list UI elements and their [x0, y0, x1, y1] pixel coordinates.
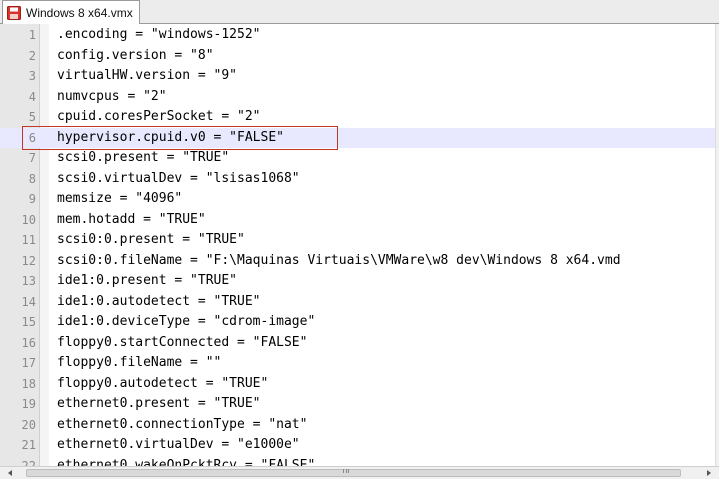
code-text: hypervisor.cpuid.v0 = "FALSE" [57, 129, 284, 145]
code-line[interactable]: 5 cpuid.coresPerSocket = "2" [0, 107, 715, 128]
code-text: ethernet0.present = "TRUE" [57, 396, 261, 411]
code-text: ide1:0.present = "TRUE" [57, 273, 238, 288]
line-number: 2 [28, 48, 36, 63]
line-number: 10 [21, 212, 36, 227]
line-number: 14 [21, 294, 36, 309]
code-line[interactable]: 14 ide1:0.autodetect = "TRUE" [0, 292, 715, 313]
line-number: 19 [21, 397, 36, 411]
code-line[interactable]: 21 ethernet0.virtualDev = "e1000e" [0, 435, 715, 456]
line-number: 4 [28, 89, 36, 104]
code-line[interactable]: 13 ide1:0.present = "TRUE" [0, 271, 715, 292]
line-number: 3 [28, 69, 36, 83]
scrollbar-thumb[interactable] [26, 469, 681, 477]
code-text: ethernet0.wakeOnPcktRcv = "FALSE" [57, 457, 316, 467]
code-line[interactable]: 3 virtualHW.version = "9" [0, 66, 715, 87]
code-line[interactable]: 12 scsi0:0.fileName = "F:\Maquinas Virtua… [0, 251, 715, 272]
code-editor[interactable]: 1 .encoding = "windows-1252" 2 config.versi… [0, 24, 715, 466]
code-line[interactable]: 1 .encoding = "windows-1252" [0, 25, 715, 46]
code-text: scsi0:0.present = "TRUE" [57, 232, 245, 247]
tab-bar: Windows 8 x64.vmx [0, 0, 719, 24]
code-line[interactable]: 4 numvcpus = "2" [0, 87, 715, 108]
code-text: memsize = "4096" [57, 191, 183, 206]
line-number: 20 [21, 417, 36, 432]
line-number: 15 [21, 315, 36, 329]
scroll-left-arrow-icon[interactable] [8, 470, 12, 476]
code-text: mem.hotadd = "TRUE" [57, 211, 206, 227]
code-text: numvcpus = "2" [57, 88, 167, 104]
code-lines: 1 .encoding = "windows-1252" 2 config.versi… [0, 25, 715, 466]
code-line[interactable]: 11 scsi0:0.present = "TRUE" [0, 230, 715, 251]
code-text: cpuid.coresPerSocket = "2" [57, 109, 261, 124]
code-line[interactable]: 8 scsi0.virtualDev = "lsisas1068" [0, 169, 715, 190]
line-number: 7 [28, 151, 36, 165]
code-text: floppy0.autodetect = "TRUE" [57, 375, 269, 391]
save-icon [7, 5, 21, 20]
code-line[interactable]: 10 mem.hotadd = "TRUE" [0, 210, 715, 231]
line-number: 6 [28, 130, 36, 145]
code-line[interactable]: 17 floppy0.fileName = "" [0, 353, 715, 374]
code-text: scsi0.virtualDev = "lsisas1068" [57, 170, 300, 186]
code-line[interactable]: 9 memsize = "4096" [0, 189, 715, 210]
line-number: 12 [21, 253, 36, 268]
code-line[interactable]: 20 ethernet0.connectionType = "nat" [0, 415, 715, 436]
code-text: floppy0.fileName = "" [57, 355, 222, 370]
line-number: 22 [21, 458, 36, 467]
line-number: 8 [28, 171, 36, 186]
code-text: config.version = "8" [57, 47, 214, 63]
scrollbar-grip-icon [343, 469, 349, 473]
line-number: 21 [21, 438, 36, 452]
code-line[interactable]: 15 ide1:0.deviceType = "cdrom-image" [0, 312, 715, 333]
code-text: .encoding = "windows-1252" [57, 27, 261, 42]
code-text: scsi0:0.fileName = "F:\Maquinas Virtuais… [57, 252, 621, 268]
code-text: floppy0.startConnected = "FALSE" [57, 334, 308, 350]
line-number: 9 [28, 192, 36, 206]
code-line[interactable]: 16 floppy0.startConnected = "FALSE" [0, 333, 715, 354]
tab-windows-8-vmx[interactable]: Windows 8 x64.vmx [2, 0, 140, 24]
line-number: 11 [21, 233, 36, 247]
line-number: 17 [21, 356, 36, 370]
horizontal-scrollbar[interactable] [0, 466, 719, 479]
line-number: 16 [21, 335, 36, 350]
code-text: ide1:0.deviceType = "cdrom-image" [57, 314, 316, 329]
code-text: ethernet0.virtualDev = "e1000e" [57, 437, 300, 452]
code-line[interactable]: 19 ethernet0.present = "TRUE" [0, 394, 715, 415]
scroll-right-arrow-icon[interactable] [707, 470, 711, 476]
line-number: 13 [21, 274, 36, 288]
line-number: 1 [28, 28, 36, 42]
vertical-scrollbar[interactable] [715, 24, 719, 466]
code-line[interactable]: 18 floppy0.autodetect = "TRUE" [0, 374, 715, 395]
line-number: 18 [21, 376, 36, 391]
code-text: scsi0.present = "TRUE" [57, 150, 230, 165]
code-text: ethernet0.connectionType = "nat" [57, 416, 308, 432]
code-text: virtualHW.version = "9" [57, 68, 238, 83]
code-text: ide1:0.autodetect = "TRUE" [57, 293, 261, 309]
code-line-current[interactable]: 6 hypervisor.cpuid.v0 = "FALSE" [0, 125, 715, 150]
code-line[interactable]: 7 scsi0.present = "TRUE" [0, 148, 715, 169]
line-number: 5 [28, 110, 36, 124]
code-line[interactable]: 2 config.version = "8" [0, 46, 715, 67]
tab-label: Windows 8 x64.vmx [26, 5, 133, 20]
code-line[interactable]: 22 ethernet0.wakeOnPcktRcv = "FALSE" [0, 456, 715, 467]
